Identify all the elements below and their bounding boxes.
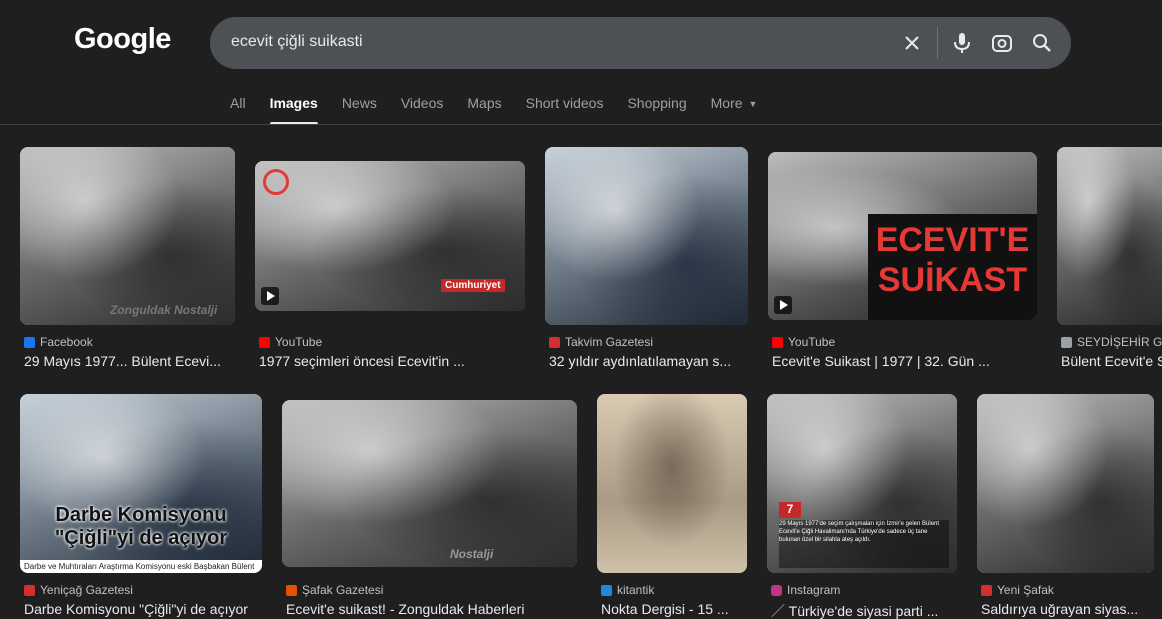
result-source[interactable]: YouTube — [772, 335, 835, 349]
tab-all[interactable]: All — [230, 95, 246, 125]
overlay-line: SUİKAST — [877, 261, 1028, 299]
tab-news[interactable]: News — [342, 95, 377, 125]
result-source[interactable]: Yeniçağ Gazetesi — [24, 583, 133, 597]
overlay-caption: 29 Mayıs 1977'de seçim çalışmaları için … — [779, 520, 949, 568]
source-name: Takvim Gazetesi — [565, 335, 654, 349]
result-thumbnail[interactable] — [597, 394, 747, 573]
result-source[interactable]: Takvim Gazetesi — [549, 335, 653, 349]
search-bar[interactable]: ecevit çiğli suikasti — [210, 17, 1071, 69]
result-thumbnail[interactable]: Zonguldak Nostalji — [20, 147, 235, 325]
result-title[interactable]: Ecevit'e suikast! - Zonguldak Haberleri — [286, 601, 576, 617]
result-title[interactable]: 32 yıldır aydınlatılamayan s... — [549, 353, 749, 369]
result-source[interactable]: SEYDİŞEHİR G — [1061, 335, 1162, 349]
source-name: Şafak Gazetesi — [302, 583, 384, 597]
search-input[interactable]: ecevit çiğli suikasti — [231, 33, 363, 51]
overlay-line: Darbe Komisyonu — [55, 504, 227, 526]
overlay-line: ECEVIT'E — [875, 221, 1030, 259]
tab-more-label: More — [710, 95, 743, 111]
tab-maps[interactable]: Maps — [467, 95, 501, 125]
result-thumbnail[interactable]: Nostalji — [282, 400, 577, 567]
result-title-text: Türkiye'de siyasi parti ... — [788, 603, 939, 619]
result-source[interactable]: Yeni Şafak — [981, 583, 1054, 597]
watermark: Nostalji — [450, 547, 494, 561]
channel-logo-icon: 7 — [779, 502, 801, 518]
result-image — [20, 147, 235, 325]
tab-more[interactable]: More ▼ — [711, 95, 758, 125]
header-divider — [0, 124, 1162, 125]
source-name: kitantik — [617, 583, 655, 597]
facebook-icon — [24, 336, 35, 348]
chevron-down-icon: ▼ — [748, 99, 758, 110]
result-title[interactable]: 1977 seçimleri öncesi Ecevit'in ... — [259, 353, 524, 369]
microphone-icon[interactable] — [950, 31, 974, 55]
result-title[interactable]: ／ Türkiye'de siyasi parti ... — [771, 601, 957, 619]
search-tabs: All Images News Videos Maps Short videos… — [230, 95, 757, 125]
clear-icon[interactable] — [900, 31, 924, 55]
search-divider — [937, 27, 938, 59]
play-icon — [261, 287, 279, 305]
play-icon — [774, 296, 792, 314]
youtube-icon — [772, 336, 783, 348]
result-source[interactable]: kitantik — [601, 583, 654, 597]
result-image — [597, 394, 747, 573]
source-name: YouTube — [275, 335, 323, 349]
tab-short-videos[interactable]: Short videos — [526, 95, 604, 125]
pencil-icon: ／ — [771, 603, 789, 619]
result-image — [545, 147, 748, 325]
result-source[interactable]: Instagram — [771, 583, 840, 597]
channel-logo-icon — [263, 169, 289, 195]
result-thumbnail[interactable]: Cumhuriyet — [255, 161, 525, 311]
result-thumbnail[interactable]: 7 29 Mayıs 1977'de seçim çalışmaları içi… — [767, 394, 957, 573]
watermark: Cumhuriyet — [441, 279, 505, 292]
google-logo[interactable]: Google — [74, 23, 171, 56]
source-name: Instagram — [787, 583, 841, 597]
overlay-caption: Darbe ve Muhtıraları Araştırma Komisyonu… — [20, 560, 262, 573]
watermark: Zonguldak Nostalji — [110, 303, 218, 317]
tab-videos[interactable]: Videos — [401, 95, 444, 125]
yenisafak-icon — [981, 584, 992, 596]
source-name: Facebook — [40, 335, 93, 349]
result-title[interactable]: Nokta Dergisi - 15 ... — [601, 601, 747, 617]
result-source[interactable]: Şafak Gazetesi — [286, 583, 383, 597]
search-icon[interactable] — [1030, 31, 1054, 55]
source-name: Yeni Şafak — [997, 583, 1054, 597]
result-thumbnail[interactable]: ECEVIT'E SUİKAST — [768, 152, 1037, 320]
overlay-line: "Çiğli"yi de açıyor — [54, 527, 228, 549]
result-source[interactable]: YouTube — [259, 335, 322, 349]
result-title[interactable]: 29 Mayıs 1977... Bülent Ecevi... — [24, 353, 234, 369]
kitantik-icon — [601, 584, 612, 596]
source-name: SEYDİŞEHİR G — [1077, 335, 1162, 349]
lens-icon[interactable] — [990, 31, 1014, 55]
result-image — [1057, 147, 1162, 325]
result-thumbnail[interactable]: Darbe Komisyonu "Çiğli"yi de açıyor Darb… — [20, 394, 262, 573]
result-image — [282, 400, 577, 567]
tab-images[interactable]: Images — [269, 95, 319, 125]
result-thumbnail[interactable] — [1057, 147, 1162, 325]
yenicag-icon — [24, 584, 35, 596]
title-overlay: ECEVIT'E SUİKAST — [868, 214, 1037, 320]
result-title[interactable]: Bülent Ecevit'e S — [1061, 353, 1162, 369]
source-name: Yeniçağ Gazetesi — [40, 583, 133, 597]
tab-shopping[interactable]: Shopping — [627, 95, 686, 125]
result-title[interactable]: Ecevit'e Suikast | 1977 | 32. Gün ... — [772, 353, 1037, 369]
source-name: YouTube — [788, 335, 836, 349]
result-image — [977, 394, 1154, 573]
safak-icon — [286, 584, 297, 596]
instagram-icon — [771, 584, 782, 596]
youtube-icon — [259, 336, 270, 348]
title-overlay: Darbe Komisyonu "Çiğli"yi de açıyor — [20, 504, 262, 550]
result-thumbnail[interactable] — [545, 147, 748, 325]
result-source[interactable]: Facebook — [24, 335, 93, 349]
takvim-icon — [549, 336, 560, 348]
site-icon — [1061, 336, 1072, 348]
result-thumbnail[interactable] — [977, 394, 1154, 573]
result-title[interactable]: Darbe Komisyonu "Çiğli"yi de açıyor — [24, 601, 264, 617]
result-title[interactable]: Saldırıya uğrayan siyas... — [981, 601, 1156, 617]
